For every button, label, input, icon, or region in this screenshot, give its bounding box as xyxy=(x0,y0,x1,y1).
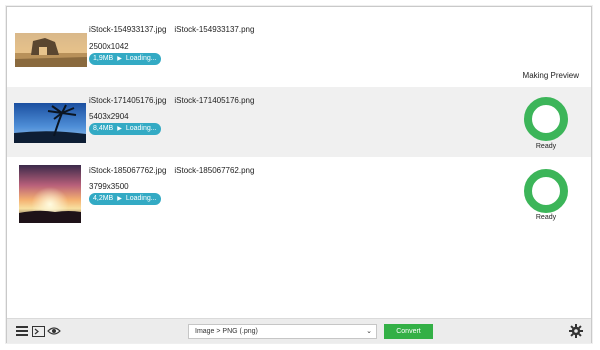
play-icon: ▶ xyxy=(117,126,122,132)
source-filename: iStock-185067762.jpg xyxy=(89,166,167,175)
image-dimensions: 3799x3500 xyxy=(89,182,129,191)
status-text: Ready xyxy=(535,214,557,221)
file-size: 4,2MB xyxy=(93,195,114,202)
image-dimensions: 2500x1042 xyxy=(89,42,129,51)
progress-pill: 8,4MB ▶ Loading... xyxy=(89,123,161,135)
source-filename: iStock-154933137.jpg xyxy=(89,25,167,34)
thumbnail-palm xyxy=(14,103,86,143)
target-filename: iStock-171405176.png xyxy=(174,96,255,105)
play-icon: ▶ xyxy=(117,56,122,62)
convert-button[interactable]: Convert xyxy=(384,324,433,339)
source-filename: iStock-171405176.jpg xyxy=(89,96,167,105)
gear-icon[interactable] xyxy=(569,324,583,338)
file-size: 1,9MB xyxy=(93,55,114,62)
progress-label: Loading... xyxy=(125,195,157,202)
progress-label: Loading... xyxy=(125,125,157,132)
target-filename: iStock-185067762.png xyxy=(174,166,255,175)
eye-icon[interactable] xyxy=(47,325,61,337)
play-icon: ▶ xyxy=(117,196,122,202)
ready-ring-icon xyxy=(524,97,568,141)
file-size: 8,4MB xyxy=(93,125,114,132)
file-row[interactable]: iStock-171405176.jpg iStock-171405176.png… xyxy=(7,87,591,157)
ready-ring-icon xyxy=(524,169,568,213)
image-dimensions: 5403x2904 xyxy=(89,112,129,121)
terminal-icon[interactable] xyxy=(31,325,45,337)
status-text: Making Preview xyxy=(522,71,579,80)
format-select[interactable]: Image > PNG (.png) ⌄ xyxy=(188,324,377,339)
thumbnail-sunset xyxy=(19,165,81,223)
file-row[interactable]: iStock-185067762.jpg iStock-185067762.png… xyxy=(7,157,591,232)
file-names: iStock-154933137.jpg iStock-154933137.png xyxy=(89,25,254,34)
file-row[interactable]: iStock-154933137.jpg iStock-154933137.png… xyxy=(7,13,591,87)
format-select-value: Image > PNG (.png) xyxy=(195,328,258,335)
thumbnail-beach xyxy=(15,33,87,67)
file-names: iStock-171405176.jpg iStock-171405176.png xyxy=(89,96,254,105)
status-text: Ready xyxy=(535,143,557,150)
file-names: iStock-185067762.jpg iStock-185067762.png xyxy=(89,166,254,175)
menu-icon[interactable] xyxy=(15,325,29,337)
progress-pill: 4,2MB ▶ Loading... xyxy=(89,193,161,205)
progress-pill: 1,9MB ▶ Loading... xyxy=(89,53,161,65)
bottom-toolbar: Image > PNG (.png) ⌄ Convert xyxy=(7,318,591,343)
chevron-down-icon: ⌄ xyxy=(366,328,372,335)
app-window: iStock-154933137.jpg iStock-154933137.png… xyxy=(6,6,592,343)
progress-label: Loading... xyxy=(125,55,157,62)
target-filename: iStock-154933137.png xyxy=(174,25,255,34)
